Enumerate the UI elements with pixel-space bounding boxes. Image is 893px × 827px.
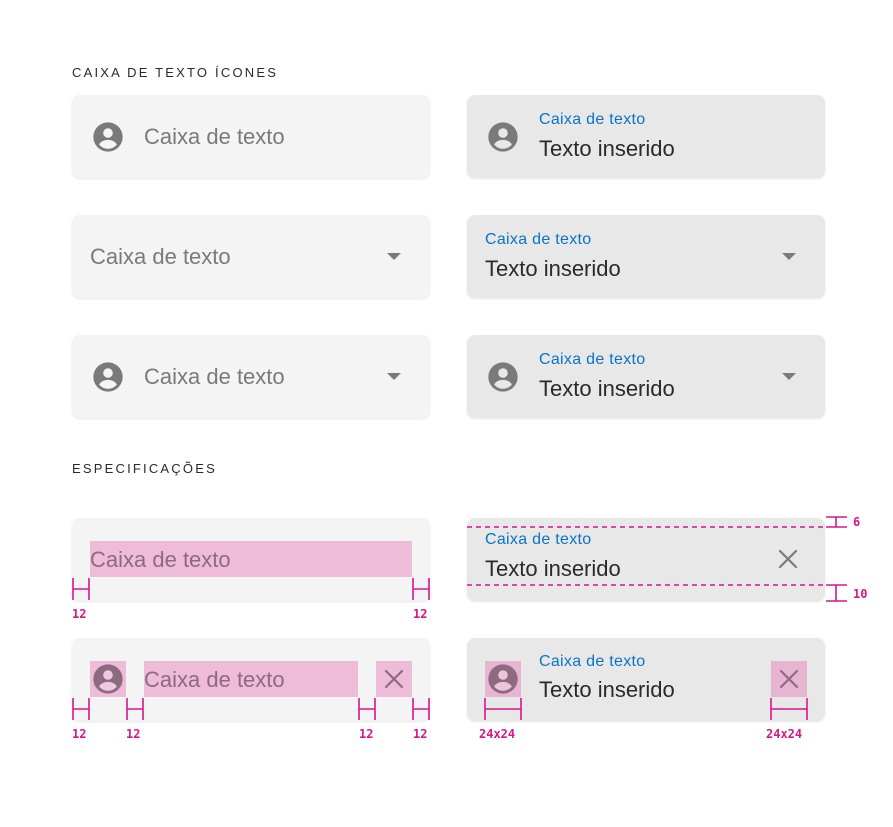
spec-field-vertical: Caixa de texto Texto inserido (467, 518, 825, 601)
dropdown-caret-icon[interactable] (782, 373, 796, 380)
dropdown-caret-icon[interactable] (387, 373, 401, 380)
account-circle-icon (488, 664, 518, 694)
field-value: Texto inserido (539, 376, 675, 401)
placeholder-text: Caixa de texto (144, 364, 285, 389)
text-field-icon-filled[interactable]: Caixa de texto Texto inserido (467, 95, 825, 178)
placeholder-text: Caixa de texto (144, 124, 285, 149)
dropdown-field-icon-filled[interactable]: Caixa de texto Texto inserido (467, 335, 825, 418)
field-label: Caixa de texto (539, 111, 646, 128)
field-label: Caixa de texto (539, 351, 646, 368)
spec-label-24x24: 24x24 (766, 727, 803, 741)
field-value: Texto inserido (485, 256, 621, 281)
section-title-specs: ESPECIFICAÇÕES (72, 461, 217, 476)
field-label: Caixa de texto (485, 231, 592, 248)
field-label: Caixa de texto (539, 653, 646, 670)
spec-label-6: 6 (853, 515, 861, 529)
spec-field-padding: Caixa de texto (72, 518, 430, 601)
account-circle-icon (488, 122, 518, 152)
dropdown-caret-icon[interactable] (387, 253, 401, 260)
account-circle-icon (93, 362, 123, 392)
account-circle-icon (93, 122, 123, 152)
spec-label-12: 12 (126, 727, 141, 741)
spec-field-icon-sizes: Caixa de texto Texto inserido (467, 638, 825, 721)
close-icon[interactable] (777, 667, 801, 691)
account-circle-icon (93, 664, 123, 694)
dropdown-field-filled[interactable]: Caixa de texto Texto inserido (467, 215, 825, 298)
close-icon[interactable] (776, 547, 800, 571)
field-value: Texto inserido (539, 136, 675, 161)
dropdown-caret-icon[interactable] (782, 253, 796, 260)
spec-label-24x24: 24x24 (479, 727, 516, 741)
field-value: Texto inserido (485, 556, 621, 581)
spec-label-12: 12 (413, 607, 428, 621)
spec-label-12: 12 (72, 607, 87, 621)
close-icon[interactable] (382, 667, 406, 691)
text-field-icon-empty[interactable]: Caixa de texto (72, 95, 430, 178)
field-label: Caixa de texto (485, 531, 592, 548)
placeholder-text: Caixa de texto (90, 547, 231, 572)
spec-label-12: 12 (72, 727, 87, 741)
field-value: Texto inserido (539, 677, 675, 702)
dropdown-field-empty[interactable]: Caixa de texto (72, 215, 430, 298)
spec-label-12: 12 (413, 727, 428, 741)
placeholder-text: Caixa de texto (144, 667, 285, 692)
account-circle-icon (488, 362, 518, 392)
spec-field-icons: Caixa de texto (72, 638, 430, 721)
spec-label-10: 10 (853, 587, 868, 601)
dropdown-field-icon-empty[interactable]: Caixa de texto (72, 335, 430, 418)
placeholder-text: Caixa de texto (90, 244, 231, 269)
spec-label-12: 12 (359, 727, 374, 741)
section-title-icons: CAIXA DE TEXTO ÍCONES (72, 65, 279, 80)
